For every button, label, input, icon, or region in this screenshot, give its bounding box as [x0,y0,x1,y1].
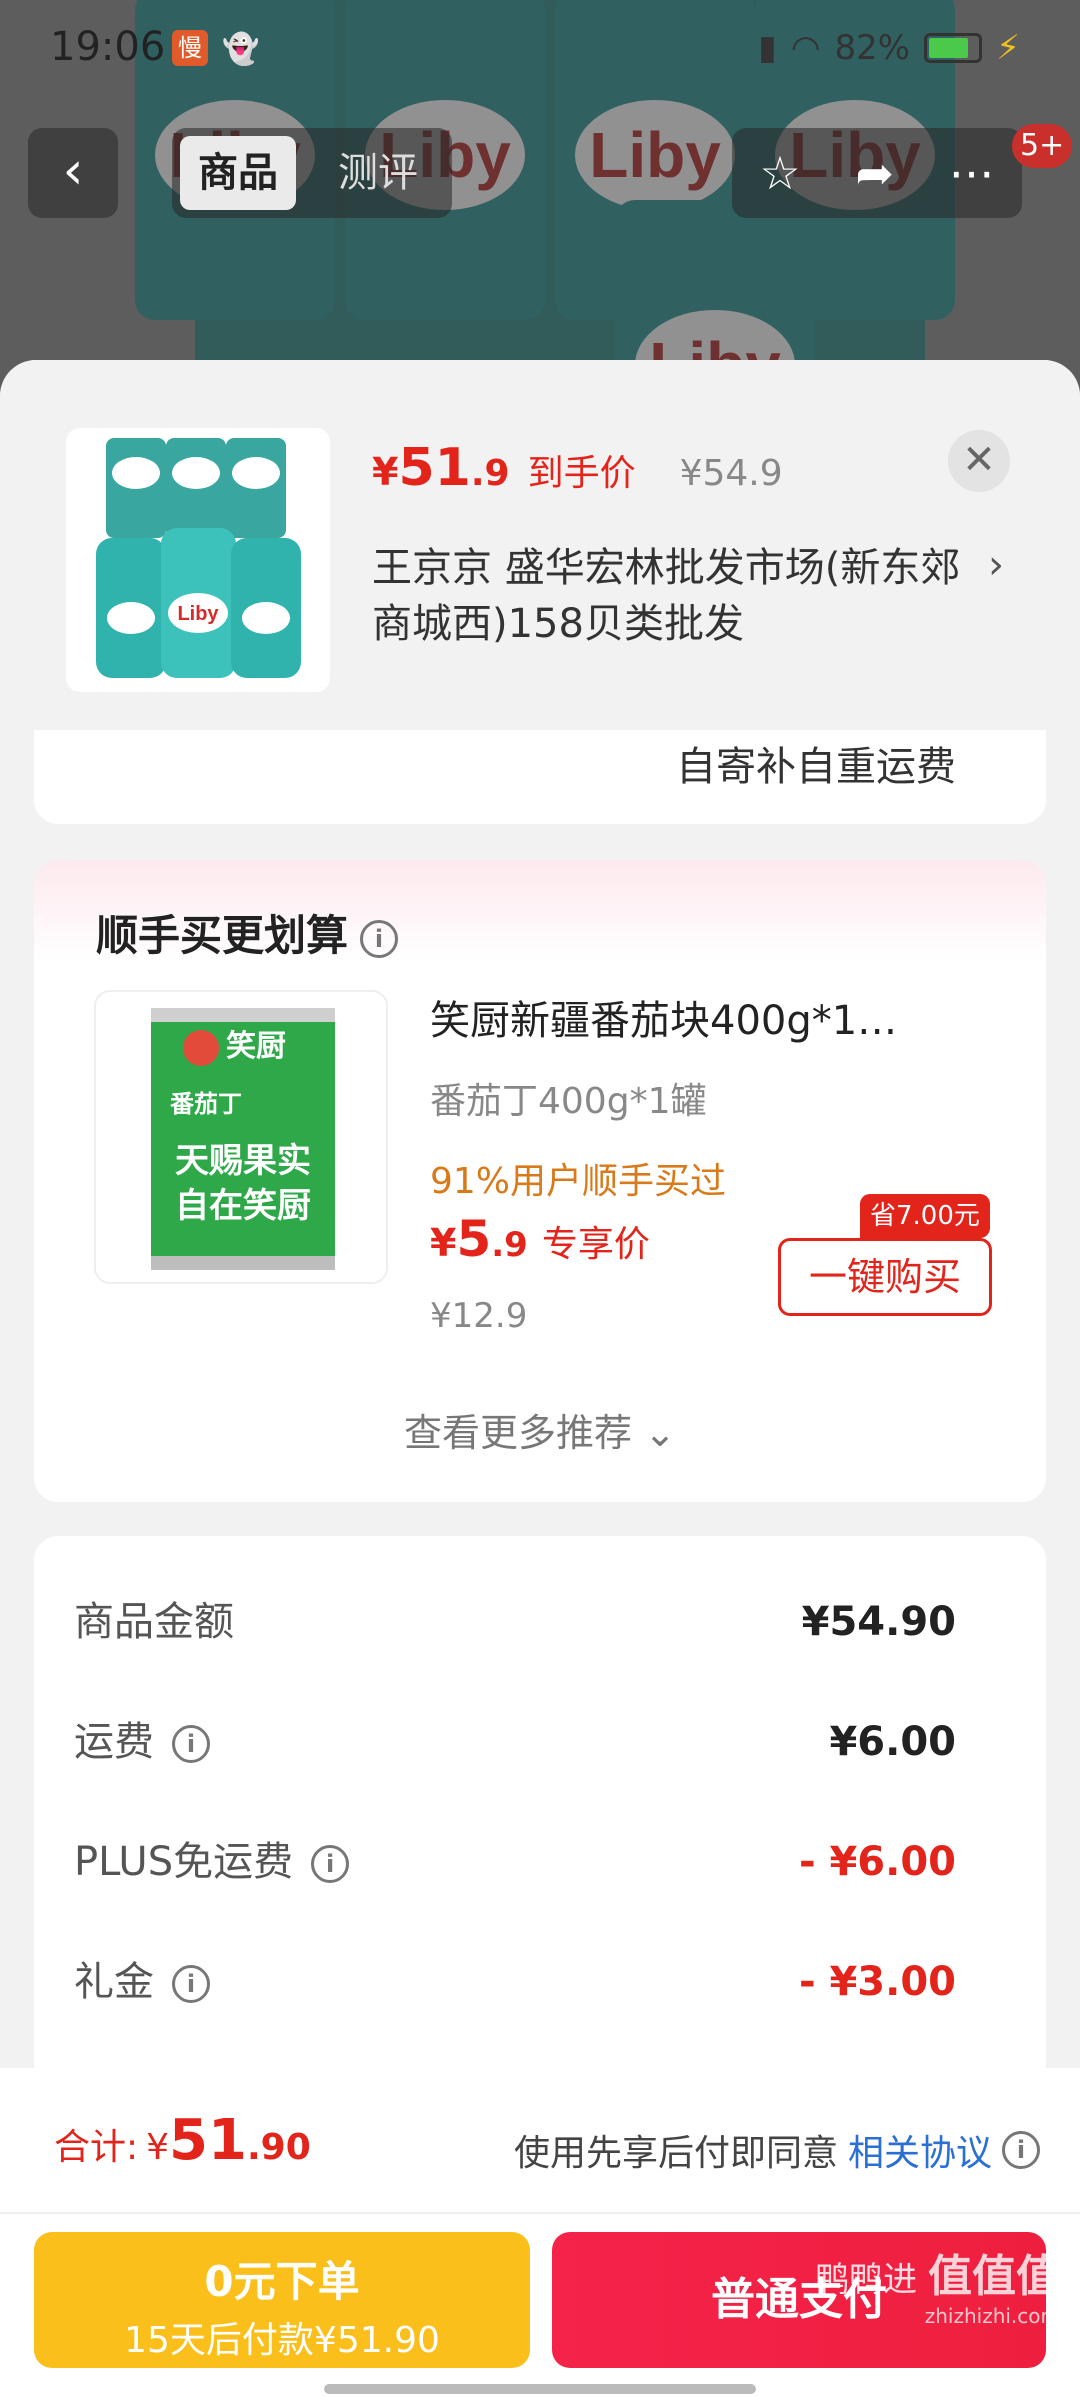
tab-review[interactable]: 测评 [320,136,436,210]
summary-row: 礼金 i - ¥3.00 [74,1952,1006,2012]
summary-value: - ¥3.00 [798,1959,956,2005]
deal-price: ¥51.9 [372,438,510,498]
recommend-item-thumbnail[interactable]: 笑厨 番茄丁 天赐果实 自在笑厨 [94,990,388,1284]
tab-group: 商品 测评 [172,128,452,218]
home-indicator[interactable] [324,2384,756,2394]
summary-value: - ¥6.00 [798,1839,956,1885]
battery-percent: 82% [834,28,911,68]
close-icon: ✕ [962,437,996,483]
product-thumbnail: Liby [66,428,330,692]
shop-name[interactable]: 王京京 盛华宏林批发市场(新东郊商城西)158贝类批发 [372,540,972,652]
svg-text:天赐果实: 天赐果实 [175,1141,311,1181]
shipping-note: 自寄补自重运费 [676,744,956,790]
agreement-link[interactable]: 相关协议 [848,2124,992,2176]
agreement-text: 使用先享后付即同意 相关协议 i [514,2124,1040,2176]
svg-text:笑厨: 笑厨 [226,1029,286,1064]
status-bar: 19:06 慢 👻 ▮ ◠ 82% ⚡ [0,0,1080,100]
original-price: ¥54.9 [679,453,783,494]
summary-row: 运费 i ¥6.00 [74,1712,1006,1772]
payment-bar: 合计: ¥51.90 使用先享后付即同意 相关协议 i 0元下单 15天后付款¥51.… [0,2068,1080,2400]
star-icon[interactable]: ☆ [759,146,800,200]
tab-product[interactable]: 商品 [180,136,296,210]
sim-icon: ▮ [758,28,777,68]
status-time: 19:06 [50,24,166,70]
summary-value: ¥54.90 [801,1599,956,1645]
one-click-buy-button[interactable]: 一键购买 [778,1238,992,1316]
watermark: 鸭鸭进 值值值 zhizhizhi.com [815,2251,1060,2328]
status-indicators: ▮ ◠ 82% ⚡ [758,28,1020,68]
recommend-title: 顺手买更划算 i [96,902,399,963]
svg-text:自在笑厨: 自在笑厨 [175,1186,311,1226]
chevron-left-icon: ‹ [62,141,84,201]
summary-row: 商品金额 ¥54.90 [74,1592,1006,1652]
info-icon[interactable]: i [172,1965,210,2003]
ghost-icon: 👻 [222,32,260,67]
wifi-icon: ◠ [790,28,821,68]
summary-value: ¥6.00 [829,1719,956,1765]
app-notification-icon: 慢 [172,30,208,66]
divider [0,2212,1080,2214]
info-icon[interactable]: i [1002,2131,1040,2169]
recommend-item-name[interactable]: 笑厨新疆番茄块400g*1… [430,988,990,1046]
more-recommendations-link[interactable]: 查看更多推荐 ⌄ [34,1402,1046,1457]
notification-badge: 5+ [1012,124,1073,168]
charging-icon: ⚡ [996,28,1020,68]
sheet-header: Liby ¥51.9 到手价 ¥54.9 ✕ 王京京 盛华宏林批发市场(新东郊商… [0,360,1080,730]
deal-price-label: 到手价 [527,453,636,494]
share-icon[interactable]: ➦ [855,146,894,200]
summary-row: PLUS免运费 i - ¥6.00 [74,1832,1006,1892]
top-nav: ‹ 商品 测评 ☆ ➦ ⋯ 5+ [0,124,1080,220]
total-price: 合计: ¥51.90 [54,2108,311,2173]
recommend-item-spec: 番茄丁400g*1罐 [430,1081,707,1122]
chevron-down-icon: ⌄ [644,1411,676,1455]
recommend-card: 顺手买更划算 i 笑厨 番茄丁 天赐果实 自在笑厨 笑厨新疆番茄块400g*1… … [34,860,1046,1502]
chevron-right-icon[interactable]: › [988,542,1004,588]
recommend-item-bought: 91%用户顺手买过 [430,1161,727,1202]
price-line: ¥51.9 到手价 ¥54.9 [372,438,783,498]
action-group: ☆ ➦ ⋯ [732,128,1022,218]
back-button[interactable]: ‹ [28,128,118,218]
save-badge: 省7.00元 [860,1194,990,1238]
svg-text:番茄丁: 番茄丁 [169,1090,242,1118]
recommend-item-price: ¥5.9 专享价 [430,1210,650,1268]
order-summary-card: 商品金额 ¥54.90 运费 i ¥6.00 PLUS免运费 i - ¥6.00 礼… [34,1536,1046,2136]
pay-later-button[interactable]: 0元下单 15天后付款¥51.90 [34,2232,530,2368]
close-button[interactable]: ✕ [948,430,1010,492]
info-icon[interactable]: i [360,919,399,958]
info-icon[interactable]: i [172,1725,210,1763]
info-icon[interactable]: i [311,1845,350,1883]
battery-icon [924,33,983,63]
recommend-item-original-price: ¥12.9 [430,1296,528,1336]
more-icon[interactable]: ⋯ [949,146,995,200]
svg-text:Liby: Liby [177,603,219,625]
